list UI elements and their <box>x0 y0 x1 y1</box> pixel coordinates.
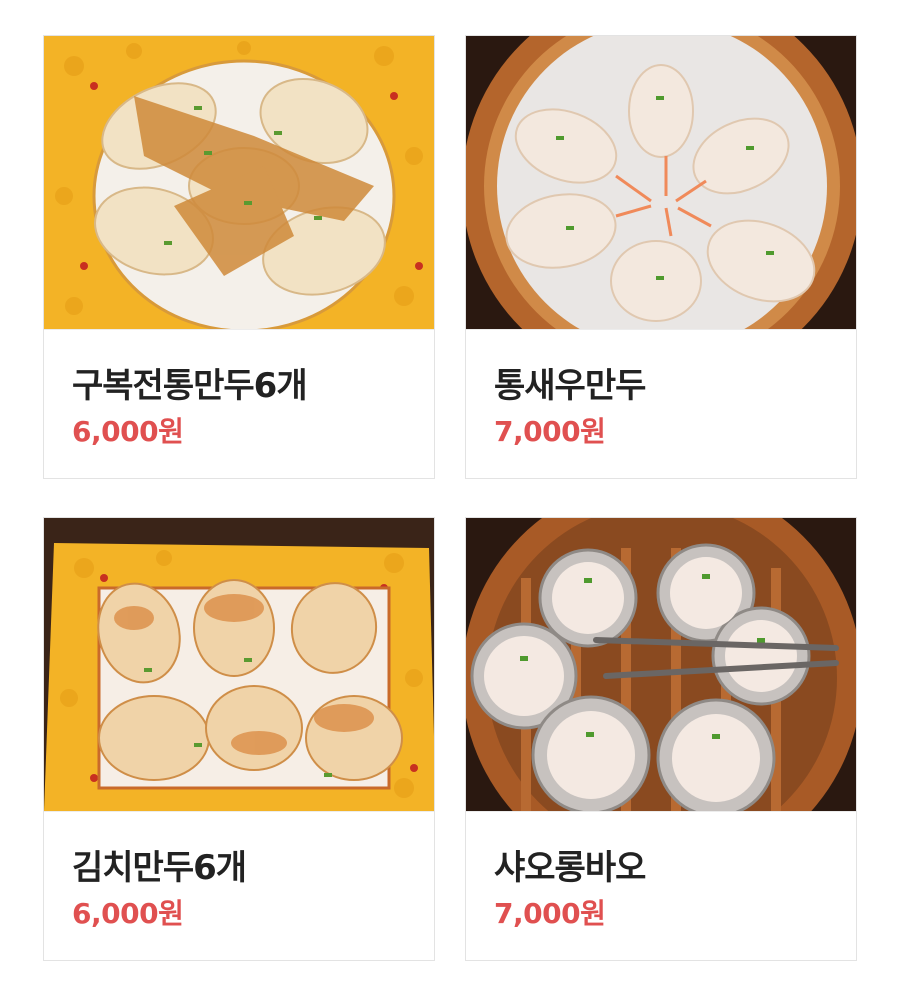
menu-card-info: 통새우만두 7,000원 <box>466 329 856 478</box>
menu-grid: 구복전통만두6개 6,000원 통새우만두 7,000원 김치만두6개 6,00… <box>0 0 900 989</box>
menu-item-price: 6,000원 <box>72 897 184 930</box>
xiaolongbao-steamer-photo[interactable] <box>466 518 856 811</box>
menu-item-price: 6,000원 <box>72 415 184 448</box>
menu-item-name: 구복전통만두6개 <box>72 366 308 406</box>
menu-item-name: 김치만두6개 <box>72 848 247 888</box>
kimchi-dumplings-photo[interactable] <box>44 518 434 811</box>
menu-item-price: 7,000원 <box>494 415 606 448</box>
pan-fried-dumplings-photo[interactable] <box>44 36 434 329</box>
menu-card-kimchi-dumplings[interactable]: 김치만두6개 6,000원 <box>43 517 435 961</box>
menu-card-xiaolongbao[interactable]: 샤오롱바오 7,000원 <box>465 517 857 961</box>
menu-card-gubok-dumplings[interactable]: 구복전통만두6개 6,000원 <box>43 35 435 479</box>
menu-item-name: 통새우만두 <box>494 366 646 406</box>
menu-card-shrimp-dumplings[interactable]: 통새우만두 7,000원 <box>465 35 857 479</box>
menu-item-price: 7,000원 <box>494 897 606 930</box>
menu-card-info: 구복전통만두6개 6,000원 <box>44 329 434 478</box>
menu-card-info: 샤오롱바오 7,000원 <box>466 811 856 960</box>
menu-item-name: 샤오롱바오 <box>494 848 646 888</box>
menu-card-info: 김치만두6개 6,000원 <box>44 811 434 960</box>
shrimp-dumplings-steamer-photo[interactable] <box>466 36 856 329</box>
